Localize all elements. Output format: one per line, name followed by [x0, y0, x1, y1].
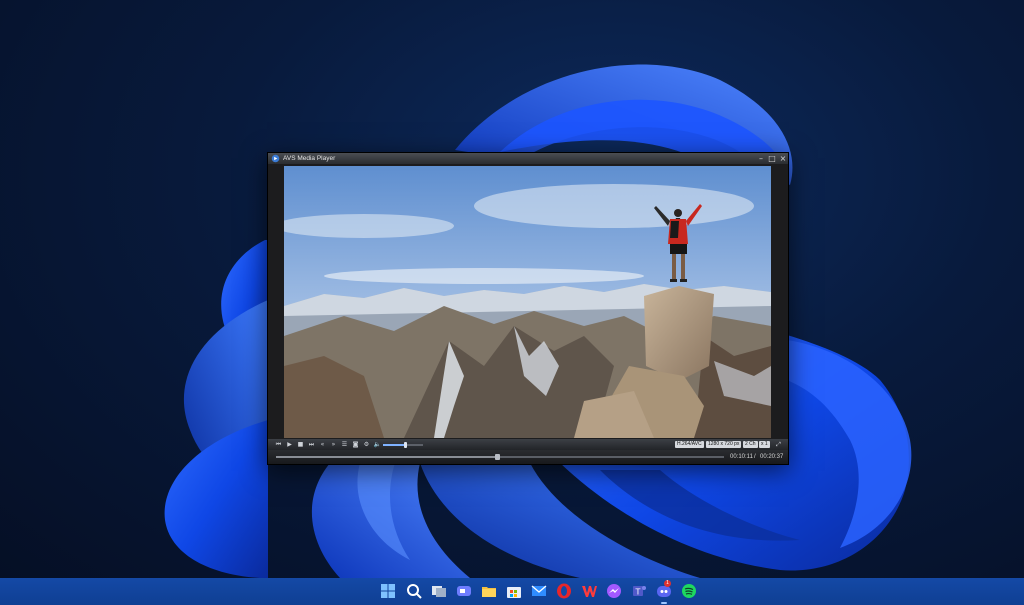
spotify-icon[interactable] — [680, 582, 698, 600]
wps-office-icon[interactable] — [580, 582, 598, 600]
stop-icon[interactable]: ■ — [296, 440, 305, 449]
title-bar[interactable]: AVS Media Player – □ × — [268, 153, 788, 164]
play-icon[interactable]: ▶ — [285, 440, 294, 449]
mail-icon[interactable] — [530, 582, 548, 600]
frame-step-icon[interactable]: ⏭ — [307, 440, 316, 449]
taskbar: T 1 — [0, 578, 1024, 605]
file-explorer-icon[interactable] — [480, 582, 498, 600]
settings-icon[interactable]: ⚙ — [362, 440, 371, 449]
time-separator: / — [754, 454, 756, 460]
video-image-mountain-summit — [284, 166, 771, 438]
svg-text:T: T — [635, 588, 641, 597]
seek-bar-row: 00:10:11 / 00:20:37 — [268, 450, 788, 464]
teams-chat-icon[interactable] — [455, 582, 473, 600]
volume-slider[interactable] — [383, 442, 423, 448]
playlist-icon[interactable]: ☰ — [340, 440, 349, 449]
video-frame[interactable] — [284, 166, 771, 438]
speed-badge[interactable]: x 1 — [759, 441, 770, 448]
volume-handle[interactable] — [404, 442, 407, 448]
previous-icon[interactable]: ⏮ — [274, 440, 283, 449]
close-icon[interactable]: × — [778, 154, 788, 163]
notification-badge: 1 — [664, 580, 671, 587]
teams-icon[interactable]: T — [630, 582, 648, 600]
window-title: AVS Media Player — [283, 155, 336, 162]
fullscreen-icon[interactable]: ⤢ — [774, 440, 783, 449]
control-bar: ⏮ ▶ ■ ⏭ « » ☰ ◙ ⚙ 🔈 H.264/AVC 1280 x 720… — [268, 439, 788, 450]
snapshot-icon[interactable]: ◙ — [351, 440, 360, 449]
rewind-icon[interactable]: « — [318, 440, 327, 449]
windows-start-icon[interactable] — [379, 582, 397, 600]
seek-progress — [276, 456, 498, 458]
minimize-icon[interactable]: – — [756, 154, 766, 163]
speaker-icon[interactable]: 🔈 — [373, 440, 382, 449]
search-icon[interactable] — [405, 582, 423, 600]
maximize-icon[interactable]: □ — [767, 154, 777, 163]
avs-app-icon — [271, 154, 280, 163]
current-time: 00:10:11 — [730, 454, 753, 460]
media-player-window: AVS Media Player – □ × ⏮ ▶ ■ ⏭ « » ☰ ◙ ⚙… — [267, 152, 789, 465]
seek-bar[interactable] — [276, 454, 724, 460]
running-indicator — [661, 602, 667, 604]
volume-fill — [383, 444, 405, 446]
opera-icon[interactable] — [555, 582, 573, 600]
messenger-icon[interactable] — [605, 582, 623, 600]
seek-handle[interactable] — [495, 454, 501, 460]
fast-forward-icon[interactable]: » — [329, 440, 338, 449]
microsoft-store-icon[interactable] — [505, 582, 523, 600]
total-time: 00:20:37 — [760, 454, 784, 460]
resolution-badge: 1280 x 720 px — [706, 441, 742, 448]
codec-badge: H.264/AVC — [675, 441, 704, 448]
channels-badge: 2 Ch — [743, 441, 758, 448]
task-view-icon[interactable] — [430, 582, 448, 600]
